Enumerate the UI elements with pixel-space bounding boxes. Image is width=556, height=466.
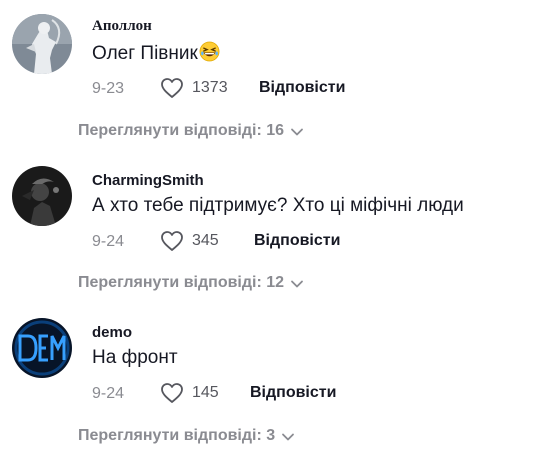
reply-button[interactable]: Відповісти: [259, 79, 345, 97]
neon-logo-avatar-image: [12, 318, 72, 378]
like-count: 1373: [192, 79, 228, 96]
chevron-down-icon: [282, 433, 295, 441]
comment-text: Олег Півник: [92, 41, 220, 65]
like-button[interactable]: 345: [160, 230, 219, 252]
reply-button[interactable]: Відповісти: [250, 384, 336, 402]
view-replies-label: Переглянути відповіді: 16: [78, 122, 285, 139]
view-replies-button[interactable]: Переглянути відповіді: 16: [78, 122, 304, 140]
comment-text-content: Олег Півник: [92, 43, 198, 64]
view-replies-button[interactable]: Переглянути відповіді: 3: [78, 427, 295, 445]
heart-outline-icon: [161, 78, 183, 98]
like-button[interactable]: 1373: [160, 77, 228, 99]
comment-author[interactable]: Аполлон: [92, 18, 152, 35]
dark-portrait-avatar-image: [12, 166, 72, 226]
avatar[interactable]: [12, 318, 72, 378]
view-replies-label: Переглянути відповіді: 12: [78, 274, 285, 291]
grinning-squinting-face-emoji-icon: [199, 41, 220, 62]
like-count: 145: [192, 384, 219, 401]
comment-text: А хто тебе підтримує? Хто ці міфічні люд…: [92, 195, 464, 216]
like-count: 345: [192, 232, 219, 249]
avatar[interactable]: [12, 166, 72, 226]
reply-button[interactable]: Відповісти: [254, 232, 340, 250]
comment-date: 9-23: [92, 80, 125, 97]
comment-text: На фронт: [92, 347, 178, 368]
chevron-down-icon: [291, 128, 303, 136]
comment-date: 9-24: [92, 385, 125, 402]
view-replies-label: Переглянути відповіді: 3: [78, 427, 276, 444]
chevron-down-icon: [291, 280, 303, 288]
heart-outline-icon: [161, 383, 183, 403]
view-replies-button[interactable]: Переглянути відповіді: 12: [78, 274, 304, 292]
statue-avatar-image: [12, 14, 72, 74]
like-button[interactable]: 145: [160, 382, 219, 404]
heart-outline-icon: [161, 231, 183, 251]
comment-author[interactable]: demo: [92, 324, 132, 341]
comment-author[interactable]: CharmingSmith: [92, 172, 204, 189]
comment-date: 9-24: [92, 233, 125, 250]
avatar[interactable]: [12, 14, 72, 74]
